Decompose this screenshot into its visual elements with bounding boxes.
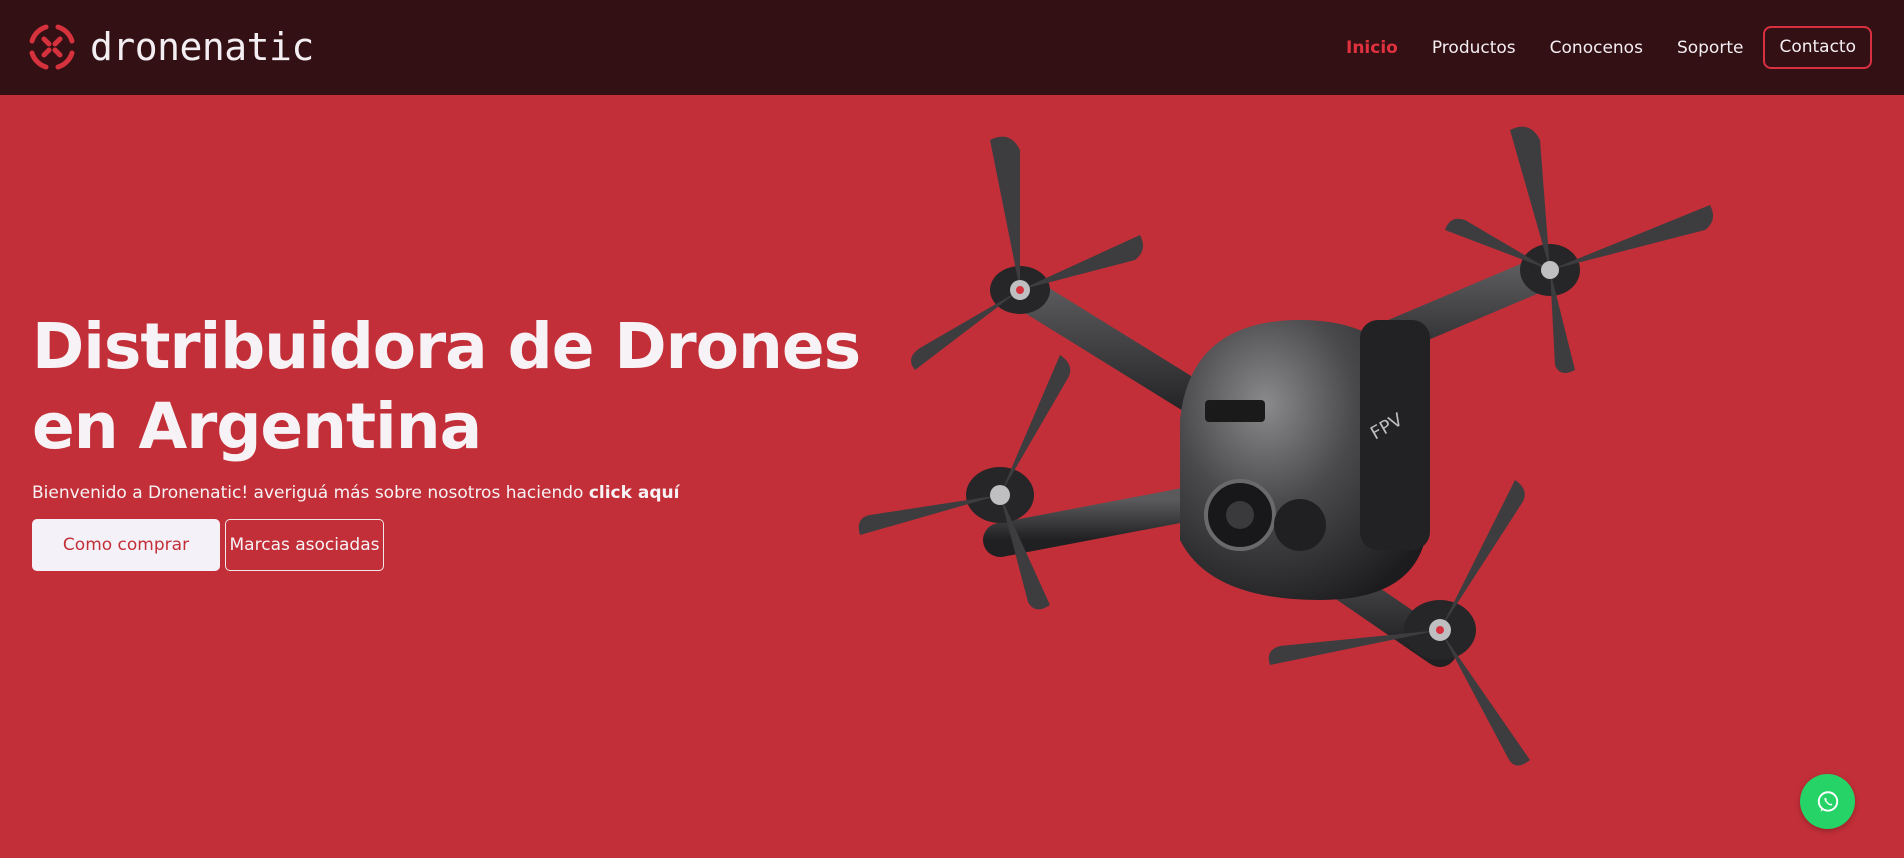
main-nav: Inicio Productos Conocenos Soporte Conta… <box>1346 26 1872 69</box>
propeller-top-right <box>1445 126 1714 374</box>
whatsapp-icon <box>1817 790 1838 812</box>
marcas-asociadas-button[interactable]: Marcas asociadas <box>225 519 384 571</box>
fpv-drone-image: FPV <box>858 126 1714 766</box>
nav-item-conocenos[interactable]: Conocenos <box>1550 38 1643 58</box>
hero-subtitle-text: Bienvenido a Dronenatic! averiguá más so… <box>32 483 584 503</box>
brand-logo[interactable]: dronenatic <box>26 21 314 73</box>
propeller-bottom-left <box>858 355 1071 610</box>
brand-name: dronenatic <box>90 25 314 69</box>
hero-title-line2: en Argentina <box>32 390 482 463</box>
nav-item-inicio[interactable]: Inicio <box>1346 38 1398 58</box>
whatsapp-button[interactable] <box>1800 774 1855 829</box>
contact-button[interactable]: Contacto <box>1763 26 1872 69</box>
nav-item-soporte[interactable]: Soporte <box>1677 38 1744 58</box>
drone-logo-icon <box>29 24 75 70</box>
about-link[interactable]: click aquí <box>589 483 680 503</box>
navbar: dronenatic Inicio Productos Conocenos So… <box>0 0 1904 95</box>
nav-item-productos[interactable]: Productos <box>1432 38 1516 58</box>
hero-subtitle: Bienvenido a Dronenatic! averiguá más so… <box>32 483 679 503</box>
como-comprar-button[interactable]: Como comprar <box>32 519 220 571</box>
hero-title: Distribuidora de Drones en Argentina <box>32 307 892 467</box>
hero-title-line1: Distribuidora de Drones <box>32 310 861 383</box>
